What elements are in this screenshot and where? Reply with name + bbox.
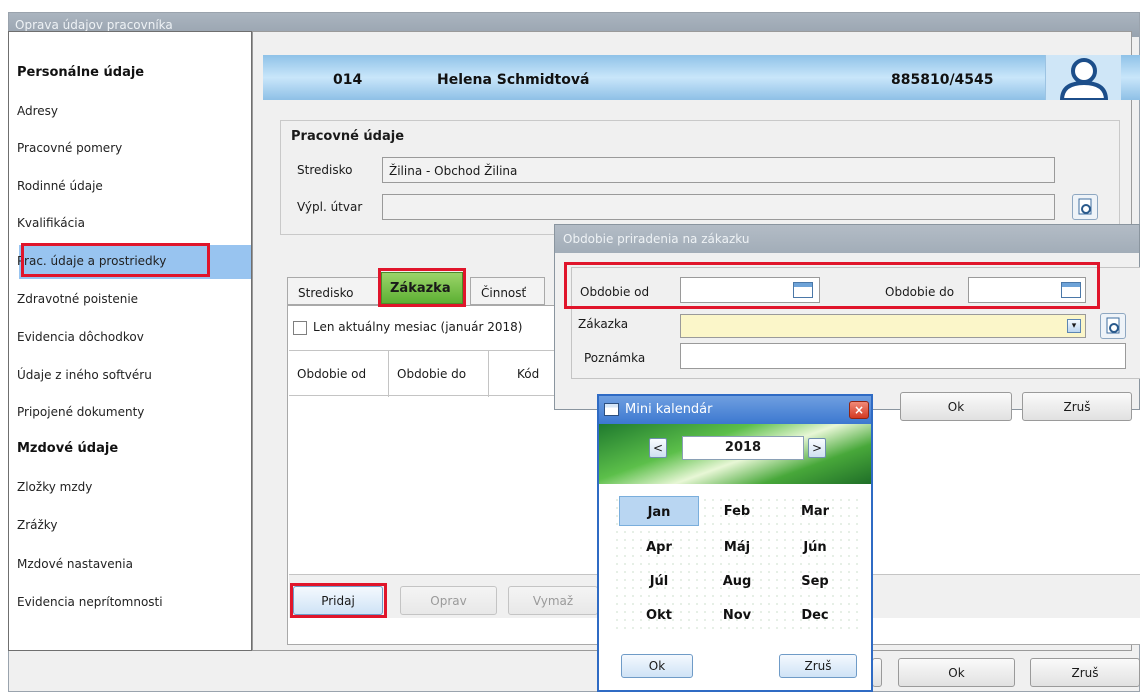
user-avatar-icon: [1059, 58, 1109, 102]
nav-heading-personal: Personálne údaje: [17, 65, 145, 80]
month-nov[interactable]: Nov: [697, 600, 777, 630]
close-icon[interactable]: ×: [849, 401, 869, 419]
nav-item-zrazky[interactable]: Zrážky: [17, 518, 57, 532]
work-data-title: Pracovné údaje: [291, 129, 405, 144]
nav-item-zdravotne-poistenie[interactable]: Zdravotné poistenie: [17, 292, 138, 306]
tab-cinnost[interactable]: Činnosť: [470, 277, 545, 305]
edit-button[interactable]: Oprav: [400, 586, 497, 615]
partial-button[interactable]: [872, 658, 882, 687]
utvar-field[interactable]: [382, 194, 1055, 220]
current-month-label: Len aktuálny mesiac (január 2018): [313, 320, 523, 334]
delete-button[interactable]: Vymaž: [508, 586, 598, 615]
period-cancel-button[interactable]: Zruš: [1022, 392, 1132, 421]
month-mar[interactable]: Mar: [775, 496, 855, 526]
nav-item-kvalifikacia[interactable]: Kvalifikácia: [17, 216, 85, 230]
nav-item-rodinne-udaje[interactable]: Rodinné údaje: [17, 179, 103, 193]
nav-item-prac-udaje[interactable]: Prac. údaje a prostriedky: [17, 254, 166, 268]
month-sep[interactable]: Sep: [775, 566, 855, 596]
note-label: Poznámka: [584, 351, 646, 365]
prev-year-button[interactable]: <: [649, 438, 667, 458]
chevron-down-icon[interactable]: ▾: [1067, 319, 1081, 333]
main-cancel-button[interactable]: Zruš: [1030, 658, 1140, 687]
main-ok-button[interactable]: Ok: [898, 658, 1015, 687]
period-to-input[interactable]: [968, 277, 1086, 303]
nav-item-evidencia-dochodkov[interactable]: Evidencia dôchodkov: [17, 330, 144, 344]
mini-calendar-window: Mini kalendár × < 2018 > Jan Feb Mar Apr…: [597, 394, 873, 692]
month-maj[interactable]: Máj: [697, 532, 777, 562]
month-feb[interactable]: Feb: [697, 496, 777, 526]
search-document-icon: [1078, 198, 1092, 215]
month-apr[interactable]: Apr: [619, 532, 699, 562]
search-document-icon: [1106, 317, 1120, 334]
month-jun[interactable]: Jún: [775, 532, 855, 562]
nav-item-evidencia-nepritomnosti[interactable]: Evidencia neprítomnosti: [17, 595, 163, 609]
calendar-icon[interactable]: [1061, 282, 1081, 298]
employee-header: 014 Helena Schmidtová 885810/4545: [263, 55, 1140, 100]
month-jul[interactable]: Júl: [619, 566, 699, 596]
period-from-input[interactable]: [680, 277, 820, 303]
order-lookup-button[interactable]: [1100, 313, 1126, 339]
period-to-label: Obdobie do: [885, 285, 955, 299]
year-display: 2018: [682, 436, 804, 460]
nav-item-adresy[interactable]: Adresy: [17, 104, 58, 118]
navigation-panel: Personálne údaje Adresy Pracovné pomery …: [8, 31, 252, 651]
mini-calendar-title: Mini kalendár: [599, 396, 871, 424]
calendar-icon[interactable]: [793, 282, 813, 298]
note-input[interactable]: [680, 343, 1126, 369]
employee-name: Helena Schmidtová: [437, 72, 590, 88]
tab-stredisko[interactable]: Stredisko: [287, 277, 379, 305]
lookup-button[interactable]: [1072, 194, 1098, 220]
tab-zakazka[interactable]: Zákazka: [381, 272, 463, 304]
stredisko-label: Stredisko: [297, 163, 353, 177]
month-okt[interactable]: Okt: [619, 600, 699, 630]
stredisko-field[interactable]: Žilina - Obchod Žilina: [382, 157, 1055, 183]
next-year-button[interactable]: >: [808, 438, 826, 458]
order-select[interactable]: ▾: [680, 314, 1086, 338]
nav-item-pracovne-pomery[interactable]: Pracovné pomery: [17, 141, 122, 155]
nav-item-mzdove-nastavenia[interactable]: Mzdové nastavenia: [17, 557, 133, 571]
grid-header: Obdobie od Obdobie do Kód: [289, 350, 589, 397]
nav-item-zlozky-mzdy[interactable]: Zložky mzdy: [17, 480, 92, 494]
calendar-icon: [604, 403, 619, 416]
month-aug[interactable]: Aug: [697, 566, 777, 596]
month-jan[interactable]: Jan: [619, 496, 699, 526]
nav-heading-wage: Mzdové údaje: [17, 441, 119, 456]
avatar[interactable]: [1045, 55, 1121, 102]
current-month-checkbox[interactable]: [293, 321, 307, 335]
nav-item-pripojene-dokumenty[interactable]: Pripojené dokumenty: [17, 405, 144, 419]
mini-cancel-button[interactable]: Zruš: [779, 654, 857, 678]
period-from-label: Obdobie od: [580, 285, 650, 299]
month-dec[interactable]: Dec: [775, 600, 855, 630]
mini-ok-button[interactable]: Ok: [621, 654, 693, 678]
column-obdobie-od[interactable]: Obdobie od: [289, 351, 389, 397]
order-label: Zákazka: [578, 317, 629, 331]
employee-number: 014: [333, 72, 363, 88]
period-dialog-title: Obdobie priradenia na zákazku: [555, 225, 1139, 253]
period-ok-button[interactable]: Ok: [900, 392, 1012, 421]
nav-item-udaje-z-ineho-softveru[interactable]: Údaje z iného softvéru: [17, 368, 152, 382]
employee-id-number: 885810/4545: [891, 72, 994, 88]
year-banner: < 2018 >: [599, 424, 871, 484]
add-button[interactable]: Pridaj: [293, 586, 383, 615]
column-obdobie-do[interactable]: Obdobie do: [389, 351, 489, 397]
utvar-label: Výpl. útvar: [297, 200, 363, 214]
